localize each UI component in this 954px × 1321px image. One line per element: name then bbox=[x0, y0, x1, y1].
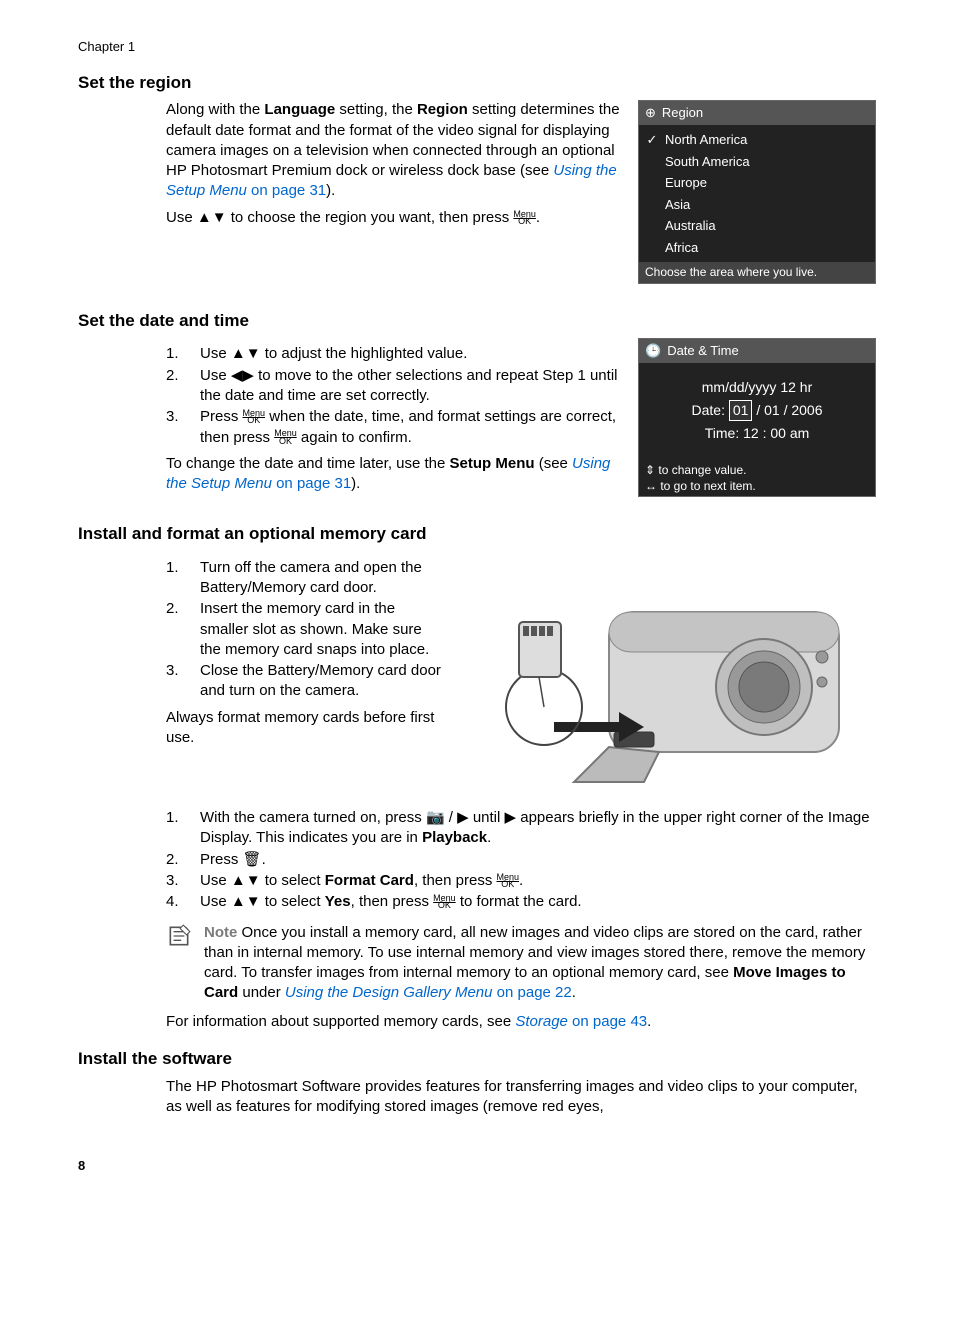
heading-set-date-time: Set the date and time bbox=[78, 310, 876, 333]
region-text: Along with the Language setting, the Reg… bbox=[166, 100, 620, 228]
region-screen: ⊕Region ✓North America South America Eur… bbox=[638, 100, 876, 283]
date-month-highlight[interactable]: 01 bbox=[729, 400, 753, 421]
note-icon bbox=[166, 923, 192, 957]
memcard-steps: 1.Turn off the camera and open the Batte… bbox=[166, 552, 446, 748]
chapter-label: Chapter 1 bbox=[78, 38, 876, 56]
leftright-icon: ↔ bbox=[645, 479, 657, 493]
camera-playback-toggle-icon: 📷 / ▶ bbox=[426, 808, 469, 828]
playback-icon: ▶ bbox=[505, 808, 517, 828]
menu-ok-icon: MenuOK bbox=[496, 874, 519, 888]
calendar-clock-icon: 🕒 bbox=[645, 342, 661, 360]
updown-icon: ⇕ bbox=[645, 463, 655, 477]
menu-ok-icon: MenuOK bbox=[274, 430, 297, 444]
note-label: Note bbox=[204, 924, 237, 941]
note-block: Note Once you install a memory card, all… bbox=[166, 923, 876, 1004]
up-down-arrows-icon: ▲▼ bbox=[231, 344, 261, 364]
globe-icon: ⊕ bbox=[645, 104, 656, 122]
camera-illustration bbox=[464, 552, 854, 802]
up-down-arrows-icon: ▲▼ bbox=[231, 892, 261, 912]
link-design-gallery[interactable]: Using the Design Gallery Menu on page 22 bbox=[285, 984, 572, 1001]
region-item-asia[interactable]: Asia bbox=[639, 194, 875, 216]
memcard-format-steps: 1.With the camera turned on, press 📷 / ▶… bbox=[166, 808, 876, 913]
datetime-footer: ⇕ to change value. ↔ to go to next item. bbox=[639, 460, 875, 496]
region-item-south-america[interactable]: South America bbox=[639, 151, 875, 173]
software-body: The HP Photosmart Software provides feat… bbox=[166, 1077, 876, 1118]
datetime-date: Date: 01 / 01 / 2006 bbox=[645, 400, 869, 421]
region-item-africa[interactable]: Africa bbox=[639, 237, 875, 259]
menu-ok-icon: MenuOK bbox=[433, 895, 456, 909]
region-item-europe[interactable]: Europe bbox=[639, 172, 875, 194]
heading-memory-card: Install and format an optional memory ca… bbox=[78, 523, 876, 546]
heading-set-region: Set the region bbox=[78, 72, 876, 95]
storage-info: For information about supported memory c… bbox=[166, 1012, 876, 1032]
datetime-screen: 🕒Date & Time mm/dd/yyyy 12 hr Date: 01 /… bbox=[638, 338, 876, 497]
datetime-screen-title: 🕒Date & Time bbox=[639, 339, 875, 363]
heading-install-software: Install the software bbox=[78, 1048, 876, 1071]
region-item-australia[interactable]: Australia bbox=[639, 215, 875, 237]
up-down-arrows-icon: ▲▼ bbox=[197, 208, 227, 228]
datetime-time: Time: 12 : 00 am bbox=[645, 424, 869, 443]
region-list: ✓North America South America Europe Asia… bbox=[639, 125, 875, 262]
menu-ok-icon: MenuOK bbox=[243, 410, 266, 424]
link-storage[interactable]: Storage on page 43 bbox=[515, 1013, 647, 1030]
region-screen-title: ⊕Region bbox=[639, 101, 875, 125]
region-item-north-america[interactable]: ✓North America bbox=[639, 129, 875, 151]
menu-ok-icon: MenuOK bbox=[513, 211, 536, 225]
left-right-arrows-icon: ◀▶ bbox=[231, 366, 254, 386]
check-icon: ✓ bbox=[645, 131, 659, 149]
up-down-arrows-icon: ▲▼ bbox=[231, 871, 261, 891]
region-footer: Choose the area where you live. bbox=[639, 262, 875, 282]
datetime-text: 1.Use ▲▼ to adjust the highlighted value… bbox=[166, 338, 620, 494]
page-number: 8 bbox=[78, 1157, 876, 1175]
datetime-format: mm/dd/yyyy 12 hr bbox=[645, 378, 869, 397]
trash-icon: 🗑 bbox=[243, 850, 262, 870]
